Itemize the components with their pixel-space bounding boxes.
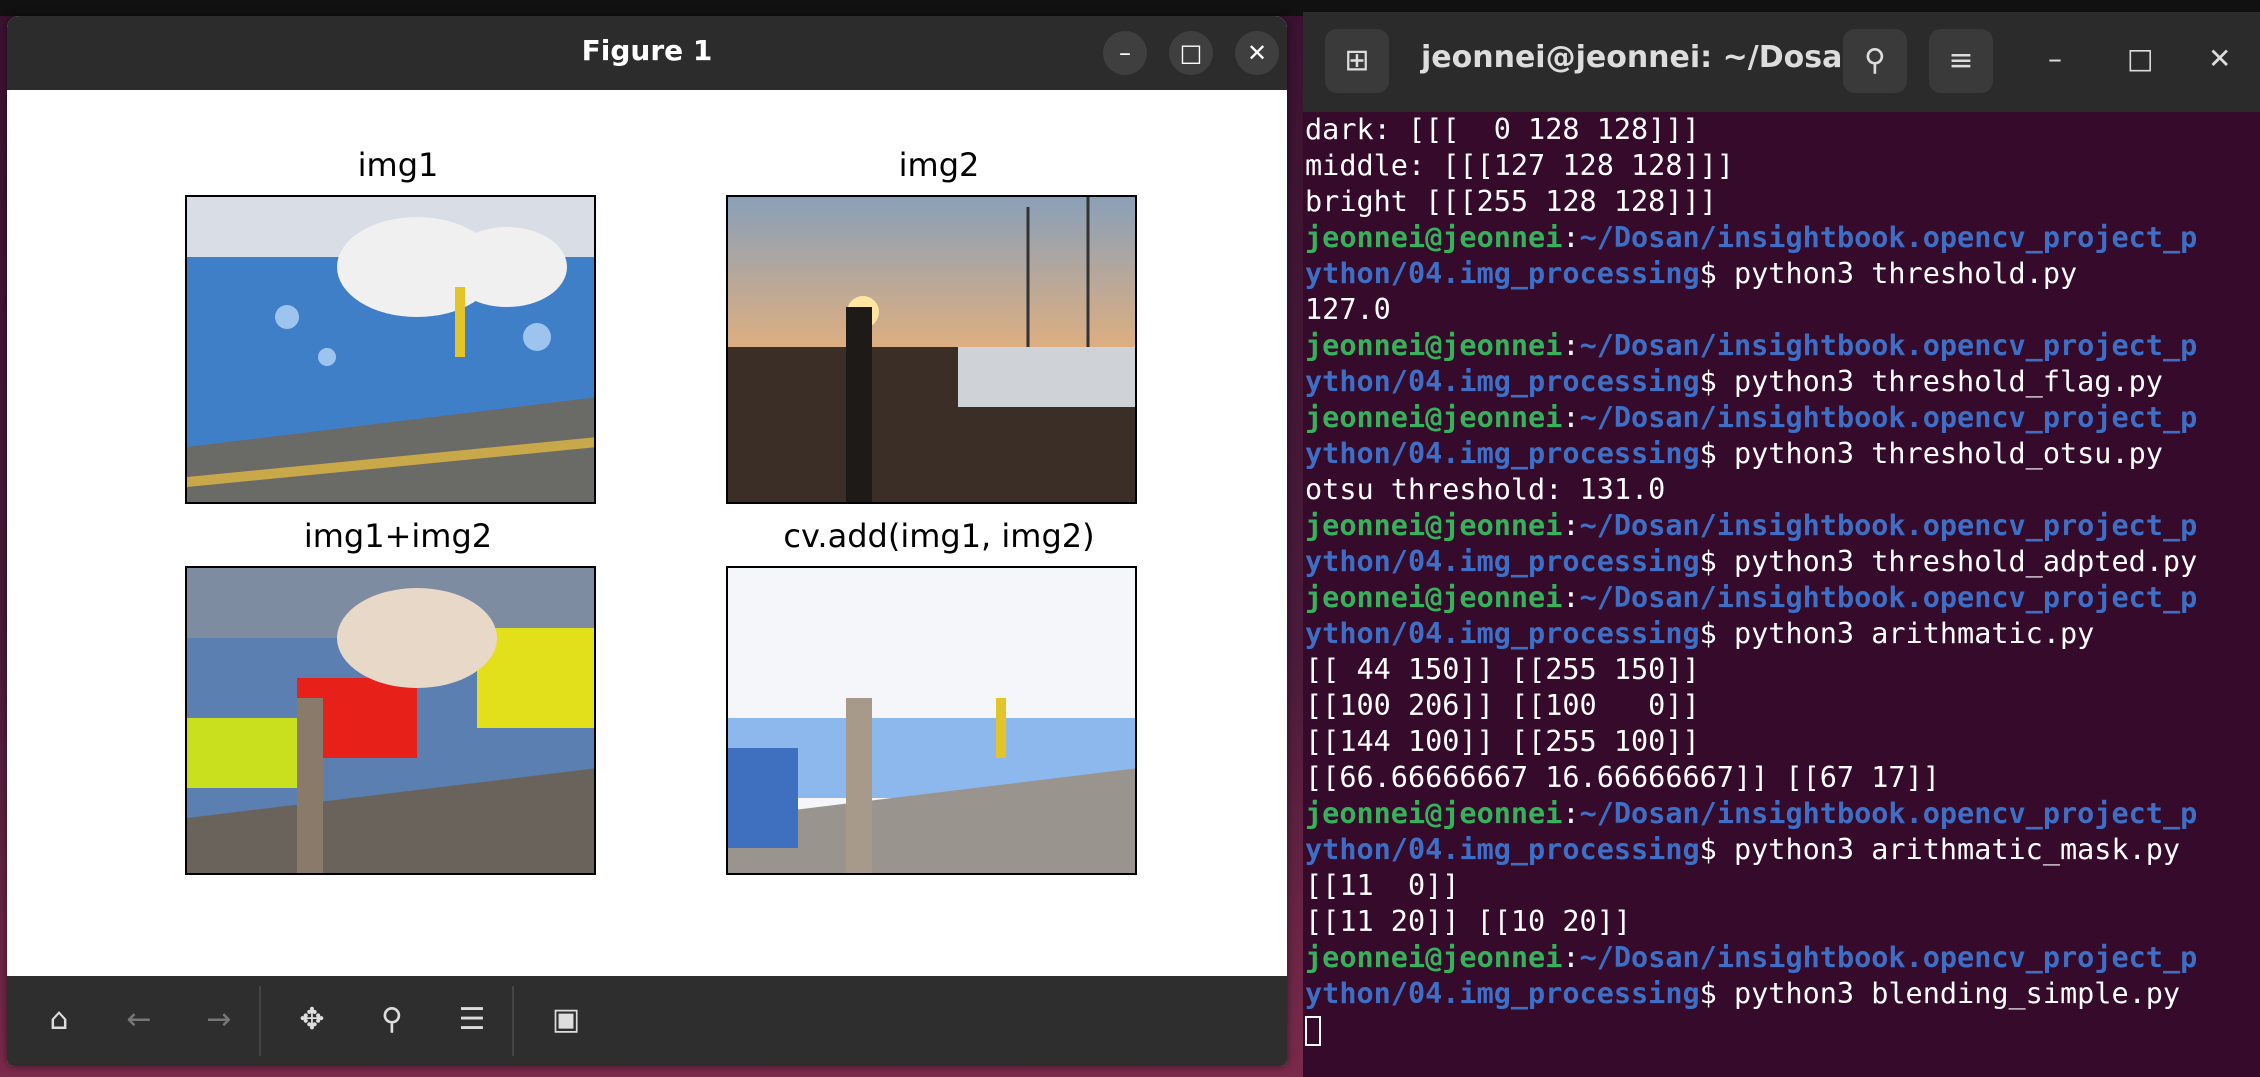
toolbar-divider — [512, 986, 514, 1056]
maximize-button[interactable]: □ — [1169, 31, 1213, 75]
prompt-path: ython/04.img_processing — [1305, 617, 1700, 650]
prompt-path: ~/Dosan/insightbook.opencv_project_p — [1579, 941, 2198, 974]
minimize-button[interactable]: – — [1103, 31, 1147, 75]
subplot-title-sum: img1+img2 — [303, 517, 493, 555]
search-icon[interactable]: ⚲ — [1843, 29, 1907, 93]
terminal-line: jeonnei@jeonnei:~/Dosan/insightbook.open… — [1305, 221, 2198, 254]
configure-icon[interactable]: ☰ — [450, 998, 494, 1042]
prompt-user: jeonnei@jeonnei — [1305, 581, 1563, 614]
terminal-line: jeonnei@jeonnei:~/Dosan/insightbook.open… — [1305, 329, 2198, 362]
terminal-line: ython/04.img_processing$ python3 blendin… — [1303, 976, 2260, 1012]
prompt-path: ython/04.img_processing — [1305, 977, 1700, 1010]
terminal-output[interactable]: dark: [[[ 0 128 128]]] middle: [[[127 128… — [1303, 112, 2260, 1077]
prompt-user: jeonnei@jeonnei — [1305, 941, 1563, 974]
menu-icon[interactable]: ≡ — [1929, 29, 1993, 93]
maximize-button[interactable]: □ — [2127, 42, 2153, 75]
prompt-user: jeonnei@jeonnei — [1305, 401, 1563, 434]
prompt-path: ~/Dosan/insightbook.opencv_project_p — [1579, 221, 2198, 254]
prompt-command: $ python3 threshold_flag.py — [1699, 365, 2163, 398]
terminal-line: jeonnei@jeonnei:~/Dosan/insightbook.open… — [1305, 581, 2198, 614]
subplot-title-img2: img2 — [898, 146, 980, 184]
prompt-path: ~/Dosan/insightbook.opencv_project_p — [1579, 797, 2198, 830]
terminal-line: jeonnei@jeonnei:~/Dosan/insightbook.open… — [1305, 401, 2198, 434]
prompt-path: ~/Dosan/insightbook.opencv_project_p — [1579, 401, 2198, 434]
terminal-line: middle: [[[127 128 128]]] — [1305, 149, 1734, 182]
image-sum — [185, 566, 596, 875]
prompt-user: jeonnei@jeonnei — [1305, 797, 1563, 830]
terminal-line: jeonnei@jeonnei:~/Dosan/insightbook.open… — [1305, 509, 2198, 542]
terminal-line: [[ 44 150]] [[255 150]] — [1305, 653, 1700, 686]
prompt-user: jeonnei@jeonnei — [1305, 509, 1563, 542]
subplot-title-img1: img1 — [357, 146, 439, 184]
prompt-command: $ python3 threshold_adpted.py — [1699, 545, 2198, 578]
prompt-command: $ python3 threshold_otsu.py — [1699, 437, 2163, 470]
prompt-user: jeonnei@jeonnei — [1305, 329, 1563, 362]
terminal-line: [[11 20]] [[10 20]] — [1305, 905, 1632, 938]
terminal-window: ⊞ jeonnei@jeonnei: ~/Dosa... ⚲ ≡ – □ ✕ d… — [1303, 12, 2260, 1077]
zoom-icon[interactable]: ⚲ — [370, 998, 414, 1042]
terminal-line: dark: [[[ 0 128 128]]] — [1305, 113, 1700, 146]
image-img1 — [185, 195, 596, 504]
terminal-titlebar[interactable]: ⊞ jeonnei@jeonnei: ~/Dosa... ⚲ ≡ – □ ✕ — [1303, 12, 2260, 112]
home-icon[interactable]: ⌂ — [37, 998, 81, 1042]
prompt-path: ~/Dosan/insightbook.opencv_project_p — [1579, 329, 2198, 362]
terminal-line: ython/04.img_processing$ python3 arithma… — [1303, 832, 2260, 868]
minimize-button[interactable]: – — [2048, 42, 2062, 75]
terminal-line: 127.0 — [1305, 293, 1391, 326]
close-button[interactable]: ✕ — [1235, 31, 1279, 75]
prompt-path: ython/04.img_processing — [1305, 545, 1700, 578]
figure-toolbar: ⌂ ← → ✥ ⚲ ☰ ▣ — [7, 976, 1287, 1066]
terminal-line: [[66.66666667 16.66666667]] [[67 17]] — [1305, 761, 1940, 794]
image-cvadd — [726, 566, 1137, 875]
cursor — [1305, 1016, 1321, 1046]
terminal-line: ython/04.img_processing$ python3 thresho… — [1303, 364, 2260, 400]
terminal-line: jeonnei@jeonnei:~/Dosan/insightbook.open… — [1305, 797, 2198, 830]
terminal-line: jeonnei@jeonnei:~/Dosan/insightbook.open… — [1305, 941, 2198, 974]
pan-icon[interactable]: ✥ — [290, 998, 334, 1042]
terminal-line: bright [[[255 128 128]]] — [1305, 185, 1717, 218]
prompt-path: ~/Dosan/insightbook.opencv_project_p — [1579, 509, 2198, 542]
terminal-line: [[100 206]] [[100 0]] — [1305, 689, 1700, 722]
new-tab-icon[interactable]: ⊞ — [1325, 29, 1389, 93]
back-icon[interactable]: ← — [117, 998, 161, 1042]
cursor-line — [1303, 1012, 2260, 1048]
terminal-line: otsu threshold: 131.0 — [1305, 473, 1666, 506]
prompt-user: jeonnei@jeonnei — [1305, 221, 1563, 254]
save-icon[interactable]: ▣ — [544, 998, 588, 1042]
terminal-line: ython/04.img_processing$ python3 arithma… — [1303, 616, 2260, 652]
plot-canvas[interactable]: img1 img2 img1+img2 cv.add(img1, img2) — [7, 90, 1287, 976]
terminal-line: ython/04.img_processing$ python3 thresho… — [1303, 544, 2260, 580]
terminal-line: [[144 100]] [[255 100]] — [1305, 725, 1700, 758]
terminal-line: ython/04.img_processing$ python3 thresho… — [1303, 436, 2260, 472]
prompt-path: ython/04.img_processing — [1305, 437, 1700, 470]
prompt-path: ython/04.img_processing — [1305, 257, 1700, 290]
figure-window: Figure 1 – □ ✕ img1 img2 img1+img2 cv.ad… — [7, 16, 1287, 1066]
terminal-line: [[11 0]] — [1305, 869, 1460, 902]
prompt-path: ython/04.img_processing — [1305, 365, 1700, 398]
close-button[interactable]: ✕ — [2208, 42, 2231, 75]
prompt-path: ~/Dosan/insightbook.opencv_project_p — [1579, 581, 2198, 614]
subplot-title-cvadd: cv.add(img1, img2) — [783, 517, 1095, 555]
figure-titlebar[interactable]: Figure 1 – □ ✕ — [7, 16, 1287, 90]
prompt-command: $ python3 blending_simple.py — [1699, 977, 2181, 1010]
prompt-command: $ python3 arithmatic_mask.py — [1699, 833, 2181, 866]
terminal-line: ython/04.img_processing$ python3 thresho… — [1303, 256, 2260, 292]
terminal-title: jeonnei@jeonnei: ~/Dosa... — [1421, 40, 1877, 75]
image-img2 — [726, 195, 1137, 504]
prompt-command: $ python3 arithmatic.py — [1699, 617, 2095, 650]
prompt-command: $ python3 threshold.py — [1699, 257, 2078, 290]
forward-icon[interactable]: → — [197, 998, 241, 1042]
figure-title: Figure 1 — [581, 34, 713, 67]
toolbar-divider — [259, 986, 261, 1056]
prompt-path: ython/04.img_processing — [1305, 833, 1700, 866]
